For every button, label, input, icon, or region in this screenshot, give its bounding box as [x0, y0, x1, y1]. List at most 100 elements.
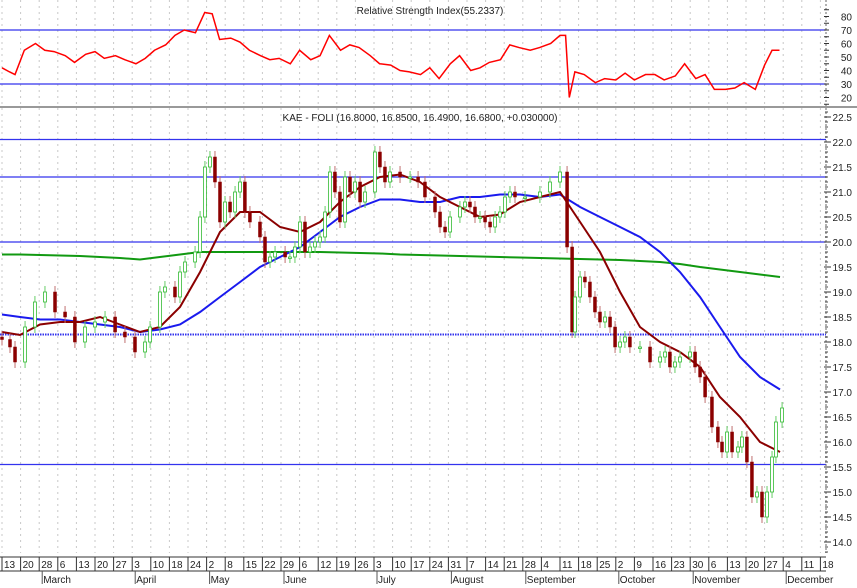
candle-body — [780, 407, 784, 423]
candle — [513, 186, 517, 203]
candle — [693, 346, 697, 373]
candle-body — [468, 201, 472, 208]
candle — [13, 341, 17, 368]
candle-body — [303, 221, 307, 253]
moving-average-line — [1, 173, 781, 453]
stock-chart: Relative Strength Index(55.2337) KAE - F… — [0, 0, 857, 586]
candle — [774, 416, 778, 463]
candle-body — [774, 421, 778, 458]
candle-body — [53, 291, 57, 313]
candle — [603, 311, 607, 328]
candle-body — [416, 176, 420, 183]
month-label: May — [211, 575, 230, 586]
candle — [308, 241, 312, 258]
x-tick-label: 13 — [4, 560, 16, 571]
x-tick-label: 6 — [60, 560, 66, 571]
candle — [448, 211, 452, 238]
candle-body — [323, 211, 327, 238]
candle — [736, 441, 740, 458]
candle — [8, 333, 12, 353]
candle-body — [343, 176, 347, 223]
candle-body — [565, 171, 569, 248]
price-title: KAE - FOLI (16.8000, 16.8500, 16.4900, 1… — [283, 113, 558, 124]
candle-body — [288, 256, 292, 259]
candle — [593, 291, 597, 318]
candle — [158, 286, 162, 333]
candle-body — [478, 216, 482, 219]
candle-body — [493, 216, 497, 228]
rsi-title: Relative Strength Index(55.2337) — [357, 6, 504, 17]
candle-body — [678, 356, 682, 363]
candle — [668, 346, 672, 373]
candle — [218, 176, 222, 228]
candle-body — [318, 236, 322, 243]
x-tick-label: 21 — [506, 560, 518, 571]
x-tick-label: 6 — [302, 560, 308, 571]
candle-body — [588, 281, 592, 298]
candle — [173, 281, 177, 303]
candle-body — [103, 316, 107, 323]
candle-body — [438, 211, 442, 228]
candle-body — [770, 456, 774, 493]
x-tick-label: 12 — [320, 560, 332, 571]
candle — [338, 186, 342, 228]
candle — [538, 186, 542, 203]
rsi-tick-label: 30 — [841, 80, 853, 91]
x-tick-label: 14 — [488, 560, 500, 571]
candle-body — [603, 316, 607, 323]
candle-body — [618, 341, 622, 348]
candle-body — [538, 191, 542, 198]
candle — [416, 171, 420, 188]
candle-body — [523, 196, 527, 199]
month-label: April — [136, 575, 156, 586]
x-tick-label: 13 — [729, 560, 741, 571]
candle-body — [503, 196, 507, 213]
vertical-gridlines — [1, 0, 821, 553]
x-tick-label: 28 — [525, 560, 537, 571]
candle-body — [373, 151, 377, 193]
month-label: December — [787, 575, 834, 586]
x-tick-label: 23 — [674, 560, 686, 571]
candle-body — [173, 286, 177, 298]
candle — [730, 426, 734, 458]
price-tick-label: 21.5 — [833, 163, 853, 174]
candle — [43, 286, 47, 308]
candle-body — [183, 261, 187, 273]
candle-body — [558, 171, 562, 183]
candle — [598, 306, 602, 328]
candle-body — [668, 351, 672, 368]
candle — [648, 341, 652, 368]
candle-body — [628, 336, 632, 348]
rsi-tick-label: 80 — [841, 13, 853, 24]
candle — [238, 176, 242, 198]
candle — [663, 346, 667, 363]
candle — [755, 486, 759, 503]
x-tick-label: 2 — [209, 560, 215, 571]
candle — [313, 236, 317, 253]
candle-body — [488, 221, 492, 228]
candle-body — [730, 431, 734, 453]
price-tick-label: 18.5 — [833, 313, 853, 324]
candle — [213, 151, 217, 188]
candle-body — [198, 216, 202, 253]
candle — [558, 166, 562, 188]
candle-body — [388, 171, 392, 183]
x-tick-label: 3 — [134, 560, 140, 571]
candle — [578, 271, 582, 303]
price-tick-label: 19.5 — [833, 263, 853, 274]
candle-body — [233, 191, 237, 213]
x-tick-label: 20 — [748, 560, 760, 571]
candle — [383, 161, 387, 188]
candle-body — [740, 436, 744, 448]
rsi-panel: Relative Strength Index(55.2337) — [0, 6, 826, 98]
candle-body — [755, 491, 759, 498]
candle — [163, 281, 167, 298]
x-tick-label: 27 — [767, 560, 779, 571]
candle-body — [283, 251, 287, 258]
price-tick-label: 20.5 — [833, 213, 853, 224]
candle-body — [363, 191, 367, 203]
candle — [228, 196, 232, 218]
candle — [443, 221, 447, 238]
candle-body — [73, 316, 77, 343]
candle-body — [725, 431, 729, 453]
